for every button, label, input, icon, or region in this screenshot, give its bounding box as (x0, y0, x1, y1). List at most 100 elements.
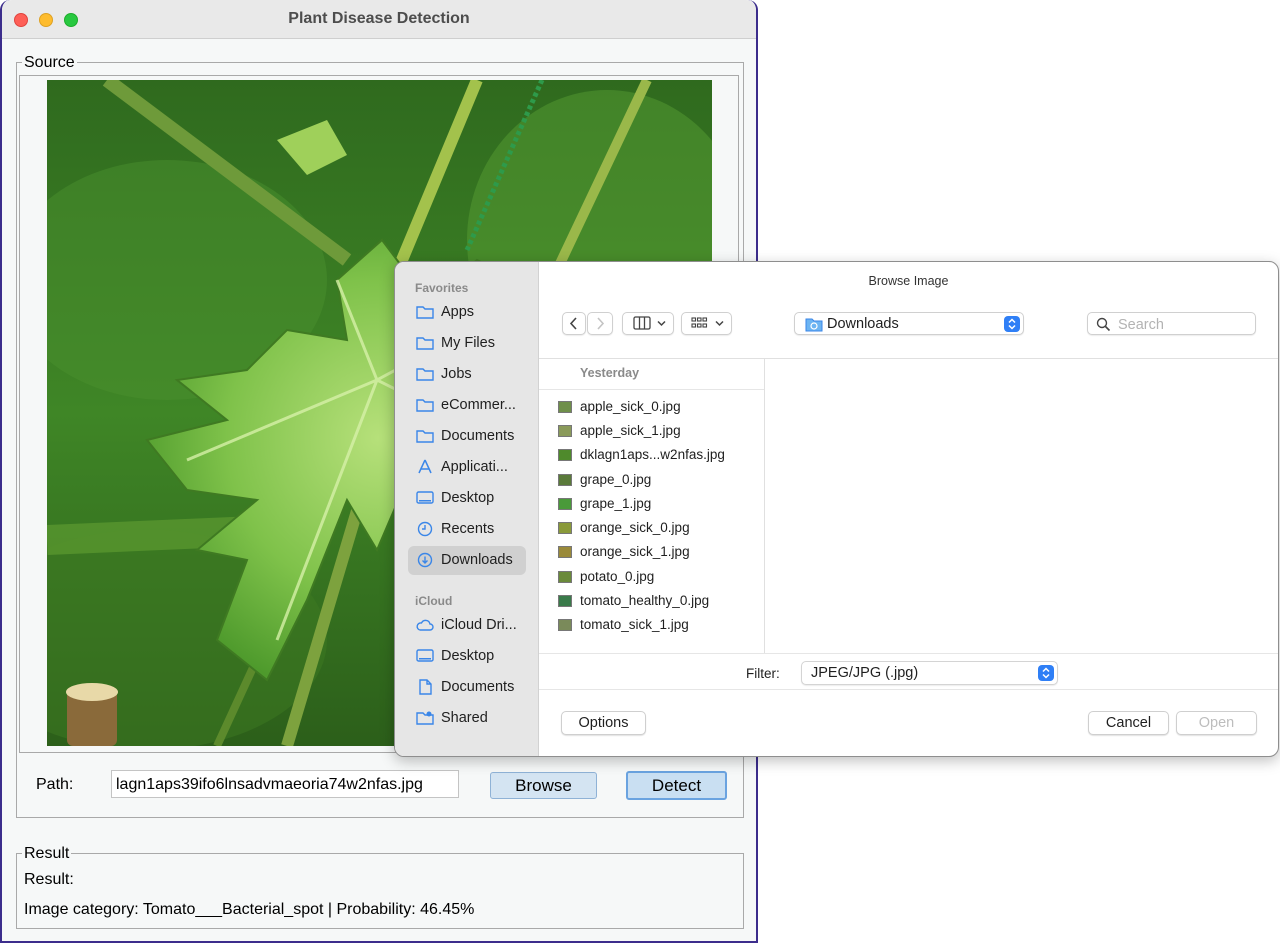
shared-folder-icon (416, 711, 434, 725)
file-row-orange-sick-0[interactable]: orange_sick_0.jpg (555, 517, 760, 539)
cancel-button[interactable]: Cancel (1088, 711, 1169, 735)
sidebar-item-recents[interactable]: Recents (408, 515, 526, 544)
sidebar-item-downloads[interactable]: Downloads (408, 546, 526, 575)
file-name: orange_sick_0.jpg (580, 520, 690, 535)
downloads-folder-icon (805, 318, 823, 332)
file-row-tomato-sick-1[interactable]: tomato_sick_1.jpg (555, 614, 760, 636)
document-icon (419, 679, 432, 695)
file-name: grape_1.jpg (580, 496, 652, 511)
sidebar-item-label: Documents (441, 428, 515, 444)
open-button[interactable]: Open (1176, 711, 1257, 735)
file-name: orange_sick_1.jpg (580, 544, 690, 559)
sidebar-item-label: Apps (441, 304, 475, 320)
browse-button[interactable]: Browse (490, 772, 597, 799)
sidebar-item-icloud-drive[interactable]: iCloud Dri... (408, 611, 526, 640)
sidebar-item-label: My Files (441, 335, 495, 351)
image-thumbnail-icon (558, 474, 572, 486)
grid-view-icon (691, 317, 724, 328)
file-row-orange-sick-1[interactable]: orange_sick_1.jpg (555, 541, 760, 563)
folder-icon (416, 306, 434, 319)
column-view-button[interactable] (622, 312, 674, 335)
result-text: Image category: Tomato___Bacterial_spot … (24, 901, 475, 918)
sidebar-item-icloud-desktop[interactable]: Desktop (408, 642, 526, 671)
file-name: potato_0.jpg (580, 569, 655, 584)
sidebar-item-label: Desktop (441, 648, 495, 664)
image-thumbnail-icon (558, 571, 572, 583)
clock-icon (417, 521, 433, 537)
sidebar-item-label: Applicati... (441, 459, 508, 475)
favorites-header: Favorites (415, 281, 469, 295)
dialog-title: Browse Image (868, 274, 949, 288)
options-button[interactable]: Options (561, 711, 646, 735)
icloud-header: iCloud (415, 594, 453, 608)
file-row-dklagn1aps[interactable]: dklagn1aps...w2nfas.jpg (555, 444, 760, 466)
filter-label: Filter: (746, 666, 780, 681)
search-placeholder: Search (1118, 317, 1164, 333)
sidebar-item-applications[interactable]: Applicati... (408, 453, 526, 482)
sidebar-item-documents[interactable]: Documents (408, 422, 526, 451)
image-thumbnail-icon (558, 401, 572, 413)
file-row-grape-0[interactable]: grape_0.jpg (555, 469, 760, 491)
sidebar-item-my-files[interactable]: My Files (408, 329, 526, 358)
detect-button[interactable]: Detect (626, 771, 727, 800)
file-name: apple_sick_1.jpg (580, 423, 681, 438)
result-label: Result: (24, 871, 74, 888)
sidebar-item-label: Documents (441, 679, 515, 695)
grid-view-button[interactable] (681, 312, 732, 335)
image-thumbnail-icon (558, 522, 572, 534)
image-thumbnail-icon (558, 546, 572, 558)
path-input[interactable]: lagn1aps39ifo6lnsadvmaeoria74w2nfas.jpg (111, 770, 459, 798)
column-divider (764, 359, 765, 653)
sidebar-item-jobs[interactable]: Jobs (408, 360, 526, 389)
footer-divider (539, 689, 1278, 690)
folder-icon (416, 399, 434, 412)
column-view-icon (633, 316, 666, 330)
filter-value: JPEG/JPG (.jpg) (811, 665, 919, 681)
sidebar-item-shared[interactable]: Shared (408, 704, 526, 733)
sidebar-item-label: Shared (441, 710, 488, 726)
file-row-potato-0[interactable]: potato_0.jpg (555, 566, 760, 588)
title-bar[interactable]: Plant Disease Detection (2, 0, 756, 39)
sidebar-item-label: Downloads (441, 552, 513, 568)
file-row-apple-sick-1[interactable]: apple_sick_1.jpg (555, 420, 760, 442)
filter-divider (539, 653, 1278, 654)
chevron-up-down-icon (1008, 318, 1016, 330)
sidebar-item-icloud-documents[interactable]: Documents (408, 673, 526, 702)
sidebar-item-apps[interactable]: Apps (408, 298, 526, 327)
file-name: dklagn1aps...w2nfas.jpg (580, 447, 725, 462)
file-name: tomato_healthy_0.jpg (580, 593, 710, 608)
desktop-icon (416, 649, 434, 662)
sidebar-item-label: iCloud Dri... (441, 617, 517, 633)
file-name: grape_0.jpg (580, 472, 652, 487)
chevron-left-icon (569, 317, 577, 330)
window-title: Plant Disease Detection (288, 10, 470, 27)
location-dropdown[interactable]: Downloads (794, 312, 1024, 335)
forward-button[interactable] (587, 312, 613, 335)
search-input[interactable]: Search (1087, 312, 1256, 335)
file-group-header: Yesterday (580, 366, 640, 380)
back-button[interactable] (562, 312, 586, 335)
download-icon (417, 552, 433, 568)
image-thumbnail-icon (558, 449, 572, 461)
folder-icon (416, 337, 434, 350)
file-name: tomato_sick_1.jpg (580, 617, 689, 632)
file-row-grape-1[interactable]: grape_1.jpg (555, 493, 760, 515)
chevron-right-icon (597, 317, 605, 330)
applications-icon (418, 459, 432, 474)
sidebar-item-label: Jobs (441, 366, 472, 382)
file-name: apple_sick_0.jpg (580, 399, 681, 414)
file-row-tomato-healthy-0[interactable]: tomato_healthy_0.jpg (555, 590, 760, 612)
image-thumbnail-icon (558, 498, 572, 510)
location-stepper (1004, 316, 1020, 332)
image-thumbnail-icon (558, 595, 572, 607)
search-icon (1096, 317, 1111, 332)
sidebar-item-desktop[interactable]: Desktop (408, 484, 526, 513)
source-legend: Source (22, 54, 77, 72)
sidebar-item-ecommerce[interactable]: eCommer... (408, 391, 526, 420)
location-label: Downloads (827, 316, 899, 332)
filter-dropdown[interactable]: JPEG/JPG (.jpg) (801, 661, 1058, 685)
chevron-up-down-icon (1042, 667, 1050, 679)
toolbar-divider (539, 358, 1278, 359)
file-row-apple-sick-0[interactable]: apple_sick_0.jpg (555, 396, 760, 418)
sidebar-item-label: Desktop (441, 490, 495, 506)
